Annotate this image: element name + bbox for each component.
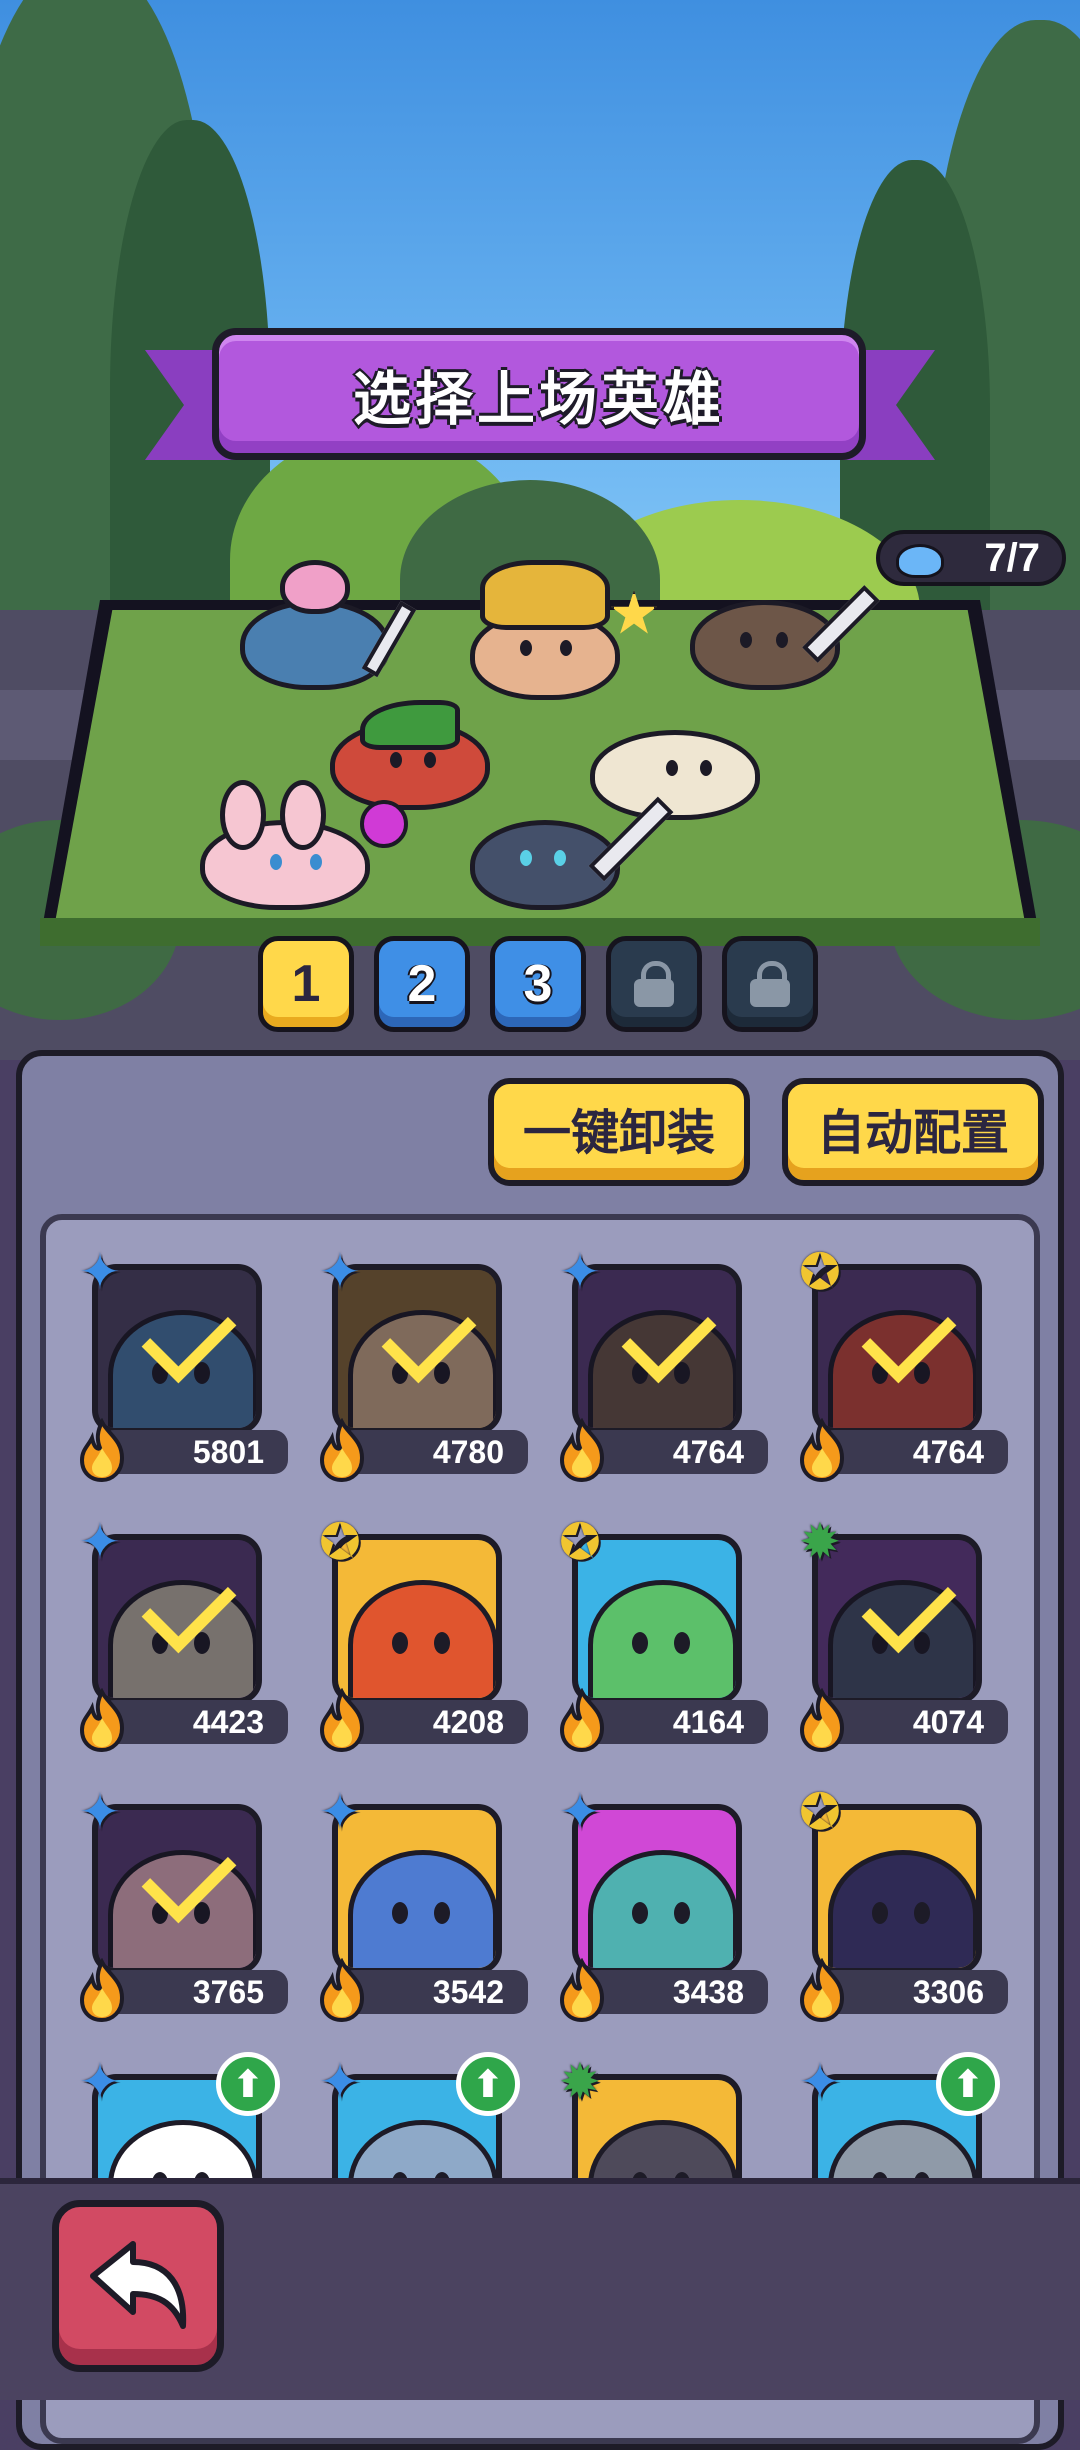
title-banner: 选择上场英雄 (212, 328, 866, 460)
lock-icon (750, 961, 790, 1007)
flame-icon (79, 1958, 125, 2022)
hero-power-value: 5801 (192, 1434, 264, 1470)
flame-icon (319, 1688, 365, 1752)
team-tab-3[interactable]: 3 (490, 936, 586, 1032)
hero-avatar (348, 1580, 496, 1698)
flame-icon (799, 1958, 845, 2022)
team-tab-5-locked[interactable] (722, 936, 818, 1032)
rarity-gold-epic-icon: ✪ (319, 1514, 361, 1570)
hero-card[interactable]: ✦ 5801 (70, 1242, 288, 1482)
hero-power-value: 4764 (672, 1434, 744, 1470)
hero-power-value: 4074 (912, 1704, 984, 1740)
flame-icon (319, 1958, 365, 2022)
flame-icon (799, 1688, 845, 1752)
auto-config-button[interactable]: 自动配置 (782, 1078, 1044, 1186)
rarity-blue-rare-icon: ✦ (79, 1514, 121, 1570)
team-tab-1[interactable]: 1 (258, 936, 354, 1032)
rarity-green-legend-icon: ✹ (559, 2054, 601, 2110)
rarity-blue-rare-icon: ✦ (319, 1784, 361, 1840)
arena-unit-pharaoh[interactable] (450, 560, 658, 700)
rarity-blue-rare-icon: ✦ (799, 2054, 841, 2110)
rarity-blue-rare-icon: ✦ (319, 2054, 361, 2110)
arena-unit-archer-fish[interactable] (240, 560, 430, 690)
team-size-counter: 7/7 (876, 530, 1066, 586)
unequip-all-label: 一键卸装 (522, 1107, 715, 1160)
hero-card[interactable]: ✪ 4764 (790, 1242, 1008, 1482)
rarity-green-legend-icon: ✹ (799, 1514, 841, 1570)
hero-card[interactable]: ✦ 4764 (550, 1242, 768, 1482)
flame-icon (79, 1418, 125, 1482)
flame-icon (559, 1958, 605, 2022)
hero-card[interactable]: ✦ 3438 (550, 1782, 768, 2022)
arena-unit-tree-spirit[interactable] (680, 570, 880, 690)
rarity-blue-rare-icon: ✦ (559, 1784, 601, 1840)
hero-power-value: 3306 (912, 1974, 984, 2010)
hero-card[interactable]: ✦ 4780 (310, 1242, 528, 1482)
upgrade-arrow-icon: ⬆ (216, 2052, 280, 2116)
page-title: 选择上场英雄 (352, 367, 725, 432)
back-arrow-icon (90, 2241, 187, 2329)
rarity-blue-rare-icon: ✦ (559, 1244, 601, 1300)
rarity-blue-rare-icon: ✦ (79, 1784, 121, 1840)
team-tab-label: 2 (407, 955, 437, 1013)
hero-avatar (348, 1850, 496, 1968)
hero-power-value: 4164 (672, 1704, 744, 1740)
rarity-blue-rare-icon: ✦ (79, 2054, 121, 2110)
rarity-gold-epic-icon: ✪ (799, 1784, 841, 1840)
hero-card[interactable]: ✦ 3542 (310, 1782, 528, 2022)
upgrade-arrow-icon: ⬆ (456, 2052, 520, 2116)
hero-card[interactable]: ✦ 3765 (70, 1782, 288, 2022)
flame-icon (799, 1418, 845, 1482)
hero-card[interactable]: ✪ 4208 (310, 1512, 528, 1752)
unequip-all-button[interactable]: 一键卸装 (488, 1078, 750, 1186)
hero-card[interactable]: ✪ 4164 (550, 1512, 768, 1752)
team-tab-2[interactable]: 2 (374, 936, 470, 1032)
hero-power-value: 3542 (432, 1974, 504, 2010)
hero-card[interactable]: ✪ 3306 (790, 1782, 1008, 2022)
flame-icon (319, 1418, 365, 1482)
team-size-value: 7/7 (984, 535, 1040, 580)
hero-avatar (588, 1850, 736, 1968)
hero-avatar (588, 1580, 736, 1698)
hero-avatar (828, 1850, 976, 1968)
rarity-gold-epic-icon: ✪ (799, 1244, 841, 1300)
team-tab-label: 1 (291, 955, 321, 1013)
hero-power-value: 3438 (672, 1974, 744, 2010)
hero-power-value: 4780 (432, 1434, 504, 1470)
hero-power-value: 3765 (192, 1974, 264, 2010)
slime-drop-icon (896, 544, 944, 578)
auto-config-label: 自动配置 (816, 1107, 1009, 1160)
flame-icon (559, 1418, 605, 1482)
team-tab-label: 3 (523, 955, 553, 1013)
arena-unit-bunny-mage[interactable] (180, 780, 410, 910)
hero-power-value: 4208 (432, 1704, 504, 1740)
hero-power-value: 4764 (912, 1434, 984, 1470)
hero-card[interactable]: ✦ 4423 (70, 1512, 288, 1752)
flame-icon (559, 1688, 605, 1752)
rarity-gold-epic-icon: ✪ (559, 1514, 601, 1570)
hero-card[interactable]: ✹ 4074 (790, 1512, 1008, 1752)
rarity-blue-rare-icon: ✦ (319, 1244, 361, 1300)
hero-power-value: 4423 (192, 1704, 264, 1740)
arena-unit-dark-knight[interactable] (470, 796, 674, 910)
upgrade-arrow-icon: ⬆ (936, 2052, 1000, 2116)
team-tab-4-locked[interactable] (606, 936, 702, 1032)
lock-icon (634, 961, 674, 1007)
rarity-blue-rare-icon: ✦ (79, 1244, 121, 1300)
flame-icon (79, 1688, 125, 1752)
back-button[interactable] (52, 2200, 224, 2372)
